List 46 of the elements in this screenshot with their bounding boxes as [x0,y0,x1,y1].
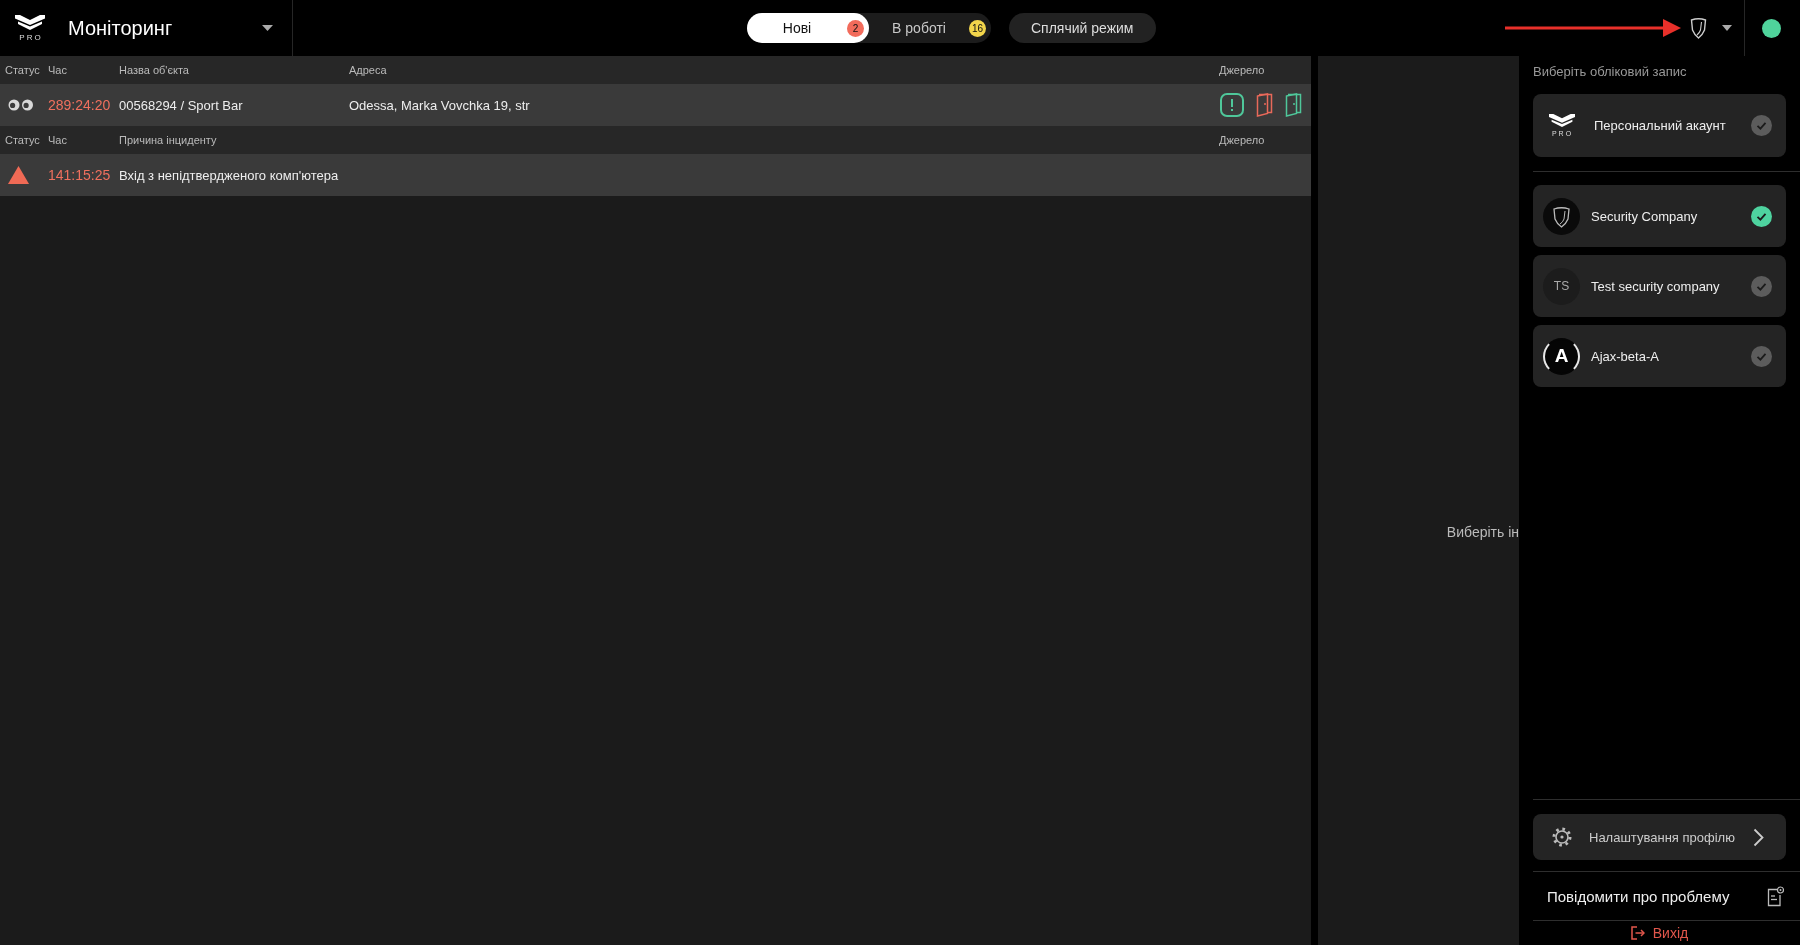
table-cell-text: Вхід з непідтвердженого комп'ютера [119,167,340,183]
column-header: Статус [5,134,41,146]
column-header: Джерело [1219,64,1266,76]
initials-avatar: TS [1543,267,1580,305]
shield-icon [1690,17,1707,39]
caret-icon [1722,25,1732,31]
logo-text: PRO [18,32,43,42]
tab[interactable]: В роботі 16 [869,13,991,43]
report-icon [1767,885,1784,907]
column-header: Час [48,64,68,76]
tab[interactable]: Нові 2 [747,13,869,43]
count-badge: 16 [969,19,986,37]
report-problem-button[interactable]: Повідомити про проблему [1533,872,1786,920]
letter-avatar: A [1543,337,1580,375]
column-header: Адреса [349,64,388,76]
account-card[interactable]: A Ajax-beta-A [1533,325,1786,387]
chevron-logo-icon [1548,113,1575,127]
account-card[interactable]: Security Company [1533,185,1786,247]
section-heading: Виберіть обліковий запис [1533,64,1688,80]
logout-icon [1630,926,1645,940]
logout-button[interactable]: Вихід [1630,921,1689,945]
sleep-mode-button[interactable]: Сплячий режим [1009,13,1156,43]
column-header: Джерело [1219,134,1266,146]
eyes-icon [8,99,34,111]
caret-icon [262,25,273,31]
warning-triangle-icon [8,166,29,184]
profile-settings-button[interactable]: Налаштування профілю [1533,814,1786,860]
section-dropdown[interactable]: Моніторинг [68,16,273,40]
account-switcher[interactable] [1690,17,1732,39]
elapsed-time: 289:24:20 [48,97,112,113]
column-header: Статус [5,64,41,76]
incident-row[interactable]: 141:15:25 Вхід з непідтвердженого комп'ютера [0,154,1311,196]
count-badge: 2 [847,19,864,37]
chevron-logo-icon [15,14,45,30]
chevron-right-icon [1753,827,1764,847]
settings-icon [1552,827,1572,847]
column-header: Назва об'єкта [119,64,190,76]
table-cell-text: Odessa, Marka Vovchka 19, str [349,97,531,113]
empty-state-text: Виберіть ін [1446,524,1519,540]
incident-row[interactable]: 289:24:20 00568294 / Sport Bar Odessa, Marka Vovchka 19, str [0,84,1311,126]
account-card[interactable]: TS Test security company [1533,255,1786,317]
table-cell-text: 00568294 / Sport Bar [119,97,244,113]
shield-avatar-icon [1543,197,1580,235]
column-header: Час [48,134,68,146]
column-header: Причина інциденту [119,134,218,146]
elapsed-time: 141:15:25 [48,167,112,183]
